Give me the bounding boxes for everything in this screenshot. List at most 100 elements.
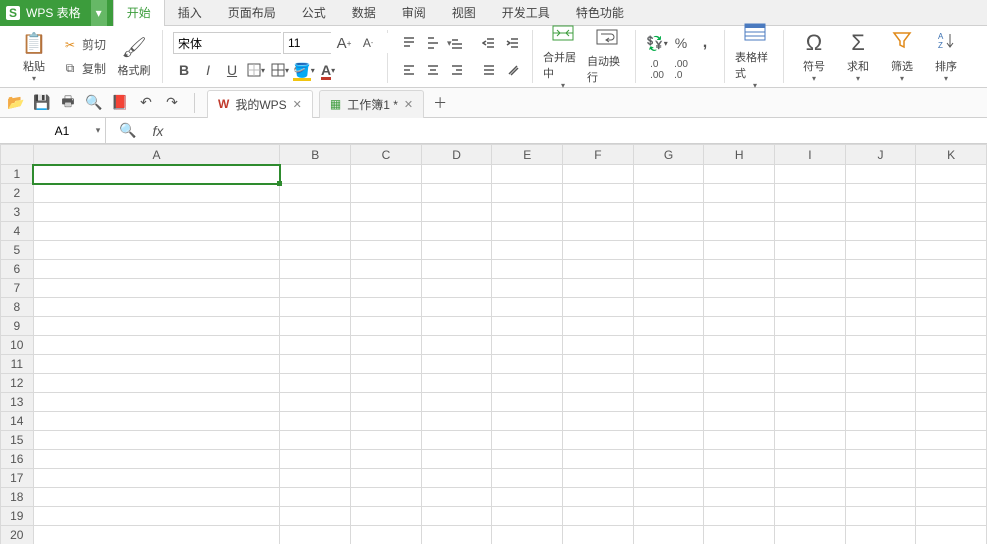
cell[interactable]: [633, 165, 704, 184]
cell[interactable]: [421, 393, 492, 412]
cell[interactable]: [704, 450, 775, 469]
cell[interactable]: [775, 507, 846, 526]
cell[interactable]: [704, 431, 775, 450]
align-middle-button[interactable]: [422, 32, 444, 54]
export-pdf-button[interactable]: 📕: [110, 93, 130, 113]
spreadsheet-grid[interactable]: ABCDEFGHIJK12345678910111213141516171819…: [0, 144, 987, 544]
ribbon-tab-0[interactable]: 开始: [113, 0, 165, 26]
row-header[interactable]: 2: [1, 184, 34, 203]
cell[interactable]: [845, 355, 916, 374]
cell[interactable]: [33, 165, 280, 184]
cell[interactable]: [916, 488, 987, 507]
cell[interactable]: [563, 336, 634, 355]
cell[interactable]: [633, 526, 704, 544]
cell[interactable]: [845, 241, 916, 260]
cell[interactable]: [775, 165, 846, 184]
cell[interactable]: [916, 431, 987, 450]
cell[interactable]: [563, 222, 634, 241]
cell[interactable]: [775, 450, 846, 469]
cell[interactable]: [775, 412, 846, 431]
cell[interactable]: [492, 393, 563, 412]
row-header[interactable]: 3: [1, 203, 34, 222]
column-header[interactable]: J: [845, 145, 916, 165]
cell[interactable]: [421, 260, 492, 279]
decrease-indent-button[interactable]: [478, 32, 500, 54]
cell[interactable]: [33, 488, 280, 507]
decrease-font-button[interactable]: A-: [357, 32, 379, 54]
close-tab-icon[interactable]: ✕: [293, 98, 302, 111]
cell[interactable]: [633, 317, 704, 336]
cell[interactable]: [775, 374, 846, 393]
cell[interactable]: [492, 450, 563, 469]
currency-button[interactable]: 💱▾: [646, 32, 668, 54]
doc-tab-wps-home[interactable]: W 我的WPS ✕: [207, 90, 313, 118]
cell[interactable]: [704, 526, 775, 544]
cell[interactable]: [563, 241, 634, 260]
distribute-h-button[interactable]: [478, 59, 500, 81]
cell[interactable]: [351, 279, 422, 298]
undo-button[interactable]: ↶: [136, 93, 156, 113]
cell[interactable]: [33, 431, 280, 450]
ribbon-tab-8[interactable]: 特色功能: [563, 0, 637, 26]
ribbon-tab-1[interactable]: 插入: [165, 0, 215, 26]
cell[interactable]: [33, 184, 280, 203]
cell[interactable]: [280, 222, 351, 241]
cell[interactable]: [563, 431, 634, 450]
cell[interactable]: [633, 279, 704, 298]
cell[interactable]: [845, 184, 916, 203]
cell[interactable]: [916, 298, 987, 317]
ribbon-tab-2[interactable]: 页面布局: [215, 0, 289, 26]
cell[interactable]: [492, 469, 563, 488]
row-header[interactable]: 4: [1, 222, 34, 241]
cell[interactable]: [421, 507, 492, 526]
cell[interactable]: [280, 298, 351, 317]
cell[interactable]: [33, 222, 280, 241]
row-header[interactable]: 20: [1, 526, 34, 544]
name-box[interactable]: ▾: [0, 118, 106, 144]
cell[interactable]: [492, 317, 563, 336]
cell[interactable]: [421, 355, 492, 374]
redo-button[interactable]: ↷: [162, 93, 182, 113]
cell[interactable]: [280, 336, 351, 355]
cell[interactable]: [775, 526, 846, 544]
function-button[interactable]: fx: [148, 121, 168, 141]
cell[interactable]: [704, 184, 775, 203]
cell[interactable]: [704, 260, 775, 279]
cell[interactable]: [421, 279, 492, 298]
cell[interactable]: [563, 203, 634, 222]
cell[interactable]: [492, 431, 563, 450]
cell[interactable]: [845, 298, 916, 317]
print-preview-button[interactable]: 🔍: [84, 93, 104, 113]
cell[interactable]: [351, 184, 422, 203]
cell[interactable]: [351, 393, 422, 412]
cell[interactable]: [916, 393, 987, 412]
cell[interactable]: [33, 507, 280, 526]
cell[interactable]: [351, 355, 422, 374]
row-header[interactable]: 18: [1, 488, 34, 507]
cell[interactable]: [704, 412, 775, 431]
cell[interactable]: [492, 374, 563, 393]
cell[interactable]: [775, 279, 846, 298]
cell[interactable]: [563, 469, 634, 488]
cell[interactable]: [845, 431, 916, 450]
row-header[interactable]: 14: [1, 412, 34, 431]
cell[interactable]: [421, 184, 492, 203]
cell[interactable]: [775, 393, 846, 412]
cell[interactable]: [633, 507, 704, 526]
cell[interactable]: [280, 184, 351, 203]
cell[interactable]: [633, 450, 704, 469]
cell[interactable]: [280, 203, 351, 222]
fill-color-button[interactable]: 🪣 ▾: [293, 59, 315, 81]
cell[interactable]: [421, 336, 492, 355]
cell[interactable]: [775, 241, 846, 260]
cell[interactable]: [916, 222, 987, 241]
cell[interactable]: [492, 412, 563, 431]
border-button[interactable]: ▾: [245, 59, 267, 81]
cell[interactable]: [563, 526, 634, 544]
row-header[interactable]: 6: [1, 260, 34, 279]
cell[interactable]: [775, 355, 846, 374]
cell[interactable]: [351, 507, 422, 526]
cell[interactable]: [704, 317, 775, 336]
cell[interactable]: [351, 165, 422, 184]
cell[interactable]: [492, 355, 563, 374]
